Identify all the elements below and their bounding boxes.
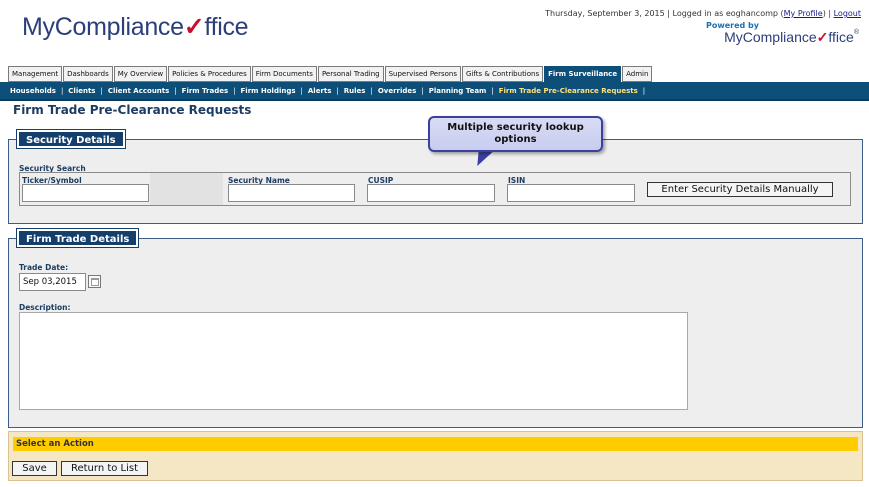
security-lookup-callout: Multiple security lookup options: [428, 116, 603, 152]
subnav-client-accounts[interactable]: Client Accounts: [108, 87, 169, 95]
subnav-separator: |: [174, 86, 177, 95]
mini-logo-check-icon: ✓: [816, 29, 829, 45]
subnav-rules[interactable]: Rules: [344, 87, 366, 95]
ticker-symbol-input[interactable]: [22, 184, 149, 202]
enter-security-manually-button[interactable]: Enter Security Details Manually: [647, 182, 833, 197]
select-action-bar: Select an Action: [13, 437, 858, 451]
description-label: Description:: [19, 303, 71, 312]
tab-firm-surveillance[interactable]: Firm Surveillance: [544, 66, 622, 82]
subnav-overrides[interactable]: Overrides: [378, 87, 417, 95]
date-login-text: Thursday, September 3, 2015 | Logged in …: [545, 9, 784, 18]
tab-gifts-contributions[interactable]: Gifts & Contributions: [462, 66, 544, 82]
subnav-firm-trade-pre-clearance[interactable]: Firm Trade Pre-Clearance Requests: [499, 87, 638, 95]
subnav-separator: |: [60, 86, 64, 95]
mini-logo-text: MyCompliance: [724, 29, 817, 45]
logo-check-icon: ✓: [183, 13, 205, 41]
my-profile-link[interactable]: My Profile: [784, 9, 823, 18]
subnav-separator: |: [370, 86, 373, 95]
save-button[interactable]: Save: [12, 461, 57, 476]
subnav-firm-trades[interactable]: Firm Trades: [182, 87, 228, 95]
isin-input[interactable]: [507, 184, 635, 202]
main-tabs: Management Dashboards My Overview Polici…: [8, 66, 653, 82]
mini-logo-tm: ®: [853, 29, 859, 36]
return-to-list-button[interactable]: Return to List: [61, 461, 148, 476]
subnav-separator: |: [100, 86, 103, 95]
subnav-separator: |: [233, 86, 236, 95]
page-title: Firm Trade Pre-Clearance Requests: [13, 103, 252, 117]
subnav-separator: |: [421, 86, 424, 95]
tab-dashboards[interactable]: Dashboards: [63, 66, 113, 82]
tab-supervised-persons[interactable]: Supervised Persons: [384, 66, 461, 82]
security-details-legend: Security Details: [16, 129, 126, 149]
calendar-icon[interactable]: [88, 275, 101, 288]
app-window: MyCompliance✓ffice Thursday, September 3…: [0, 0, 869, 487]
subnav-separator: |: [491, 86, 494, 95]
firm-trade-details-legend: Firm Trade Details: [15, 228, 140, 248]
action-panel: Select an Action Save Return to List: [8, 431, 863, 481]
logo-suffix: ffice: [204, 13, 249, 41]
powered-by-logo: MyCompliance✓ffice®: [724, 29, 859, 46]
subnav-households[interactable]: Households: [10, 87, 56, 95]
cusip-input[interactable]: [367, 184, 495, 202]
description-textarea[interactable]: [19, 312, 688, 410]
subnav-separator: |: [642, 86, 646, 95]
app-logo[interactable]: MyCompliance✓ffice: [22, 12, 249, 42]
callout-line-2: options: [494, 134, 537, 145]
tab-personal-trading[interactable]: Personal Trading: [317, 66, 384, 82]
logout-link[interactable]: Logout: [834, 9, 861, 18]
user-info: Thursday, September 3, 2015 | Logged in …: [545, 9, 861, 18]
tab-admin[interactable]: Admin: [622, 66, 653, 82]
subnav-planning-team[interactable]: Planning Team: [429, 87, 487, 95]
subnav-separator: |: [336, 86, 339, 95]
security-name-input[interactable]: [228, 184, 355, 202]
sub-navigation: Households | Clients | Client Accounts | Fi…: [0, 82, 869, 101]
logo-text: MyCompliance: [22, 13, 184, 41]
tab-policies-procedures[interactable]: Policies & Procedures: [168, 66, 251, 82]
trade-date-input[interactable]: Sep 03,2015: [19, 273, 86, 291]
tab-my-overview[interactable]: My Overview: [113, 66, 168, 82]
subnav-clients[interactable]: Clients: [68, 87, 95, 95]
subnav-alerts[interactable]: Alerts: [308, 87, 332, 95]
mini-logo-suffix: ffice: [828, 29, 854, 45]
subnav-firm-holdings[interactable]: Firm Holdings: [241, 87, 296, 95]
tab-management[interactable]: Management: [8, 66, 63, 82]
callout-line-1: Multiple security lookup: [447, 122, 584, 133]
info-separator: ) |: [822, 9, 834, 18]
search-box-shade: [150, 173, 223, 205]
trade-date-label: Trade Date:: [19, 263, 69, 272]
subnav-separator: |: [300, 86, 303, 95]
tab-firm-documents[interactable]: Firm Documents: [251, 66, 317, 82]
